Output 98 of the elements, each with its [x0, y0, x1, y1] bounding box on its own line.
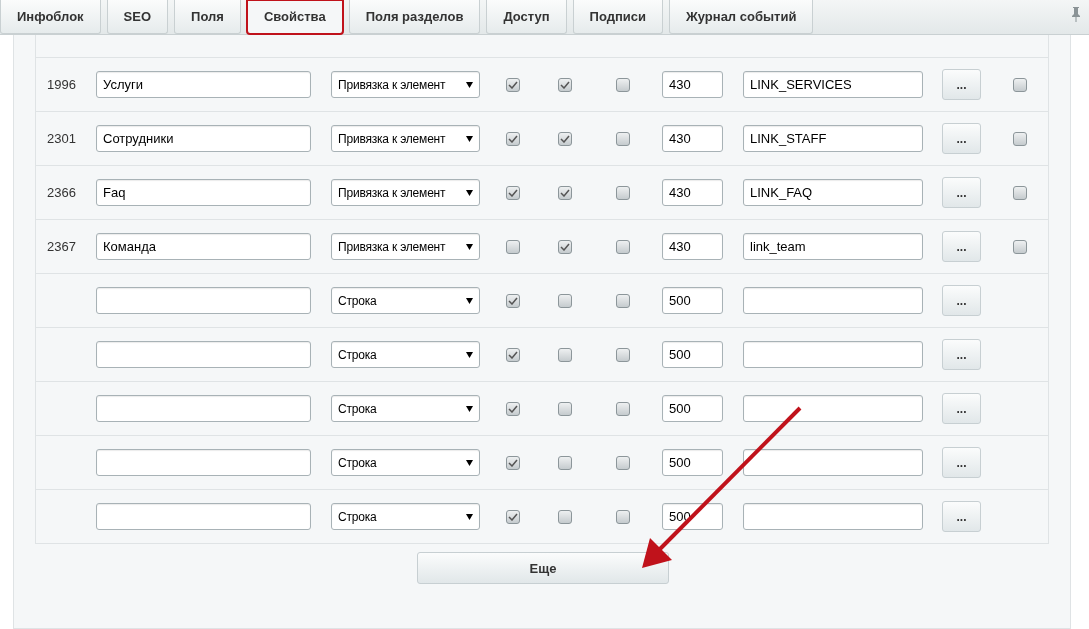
more-options-button[interactable]: ...	[942, 123, 981, 154]
code-field[interactable]	[743, 395, 923, 422]
sort-field[interactable]: 430	[662, 179, 723, 206]
checkbox[interactable]	[506, 455, 520, 470]
more-options-button[interactable]: ...	[942, 393, 981, 424]
type-dropdown[interactable]: Строка	[331, 341, 480, 368]
checkbox[interactable]	[616, 77, 630, 92]
tab[interactable]: Инфоблок	[0, 0, 101, 34]
type-dropdown[interactable]: Привязка к элемент	[331, 125, 480, 152]
type-dropdown[interactable]: Строка	[331, 395, 480, 422]
tab[interactable]: Поля разделов	[348, 0, 481, 34]
checkbox[interactable]	[616, 509, 630, 524]
name-field[interactable]: Команда	[96, 233, 311, 260]
checkbox[interactable]	[616, 131, 630, 146]
code-field[interactable]: LINK_SERVICES	[743, 71, 923, 98]
caret-icon	[466, 405, 473, 412]
tab[interactable]: Журнал событий	[669, 0, 814, 34]
sort-field[interactable]: 430	[662, 71, 723, 98]
name-field[interactable]: Faq	[96, 179, 311, 206]
checkbox[interactable]	[506, 401, 520, 416]
checkbox[interactable]	[558, 455, 572, 470]
checkbox[interactable]	[558, 509, 572, 524]
sort-field[interactable]: 500	[662, 449, 723, 476]
sort-field[interactable]: 430	[662, 233, 723, 260]
caret-icon	[466, 243, 473, 250]
caret-icon	[466, 189, 473, 196]
sort-field[interactable]: 500	[662, 287, 723, 314]
sort-field[interactable]: 430	[662, 125, 723, 152]
type-dropdown[interactable]: Привязка к элемент	[331, 233, 480, 260]
checkbox[interactable]	[558, 293, 572, 308]
code-field[interactable]	[743, 341, 923, 368]
name-field[interactable]	[96, 449, 311, 476]
property-id: 2366	[46, 185, 77, 200]
checkbox[interactable]	[506, 509, 520, 524]
tab[interactable]: Подписи	[572, 0, 664, 34]
sort-field[interactable]: 500	[662, 341, 723, 368]
checkbox[interactable]	[506, 347, 520, 362]
tab[interactable]: Доступ	[486, 0, 567, 34]
name-field[interactable]	[96, 287, 311, 314]
checkbox[interactable]	[616, 347, 630, 362]
checkbox[interactable]	[558, 131, 572, 146]
name-field[interactable]	[96, 341, 311, 368]
checkbox[interactable]	[558, 77, 572, 92]
checkbox[interactable]	[558, 185, 572, 200]
code-field[interactable]	[743, 449, 923, 476]
tab[interactable]: Поля	[174, 0, 241, 34]
code-field[interactable]: LINK_FAQ	[743, 179, 923, 206]
caret-icon	[466, 459, 473, 466]
checkbox[interactable]	[558, 347, 572, 362]
more-options-button[interactable]: ...	[942, 177, 981, 208]
property-id: 2367	[46, 239, 77, 254]
property-id: 2301	[46, 131, 77, 146]
caret-icon	[466, 81, 473, 88]
code-field[interactable]: link_team	[743, 233, 923, 260]
pin-icon[interactable]	[1071, 6, 1081, 22]
checkbox[interactable]	[506, 131, 520, 146]
caret-icon	[466, 135, 473, 142]
tab[interactable]: SEO	[106, 0, 169, 34]
more-options-button[interactable]: ...	[942, 231, 981, 262]
sort-field[interactable]: 500	[662, 395, 723, 422]
caret-icon	[466, 297, 473, 304]
checkbox[interactable]	[1013, 77, 1027, 92]
checkbox[interactable]	[1013, 239, 1027, 254]
checkbox[interactable]	[506, 185, 520, 200]
checkbox[interactable]	[616, 293, 630, 308]
code-field[interactable]: LINK_STAFF	[743, 125, 923, 152]
checkbox[interactable]	[616, 185, 630, 200]
checkbox[interactable]	[616, 401, 630, 416]
type-dropdown[interactable]: Привязка к элемент	[331, 71, 480, 98]
type-dropdown[interactable]: Строка	[331, 503, 480, 530]
more-options-button[interactable]: ...	[942, 69, 981, 100]
checkbox[interactable]	[558, 239, 572, 254]
code-field[interactable]	[743, 287, 923, 314]
name-field[interactable]: Сотрудники	[96, 125, 311, 152]
more-button[interactable]: Еще	[417, 552, 669, 584]
type-dropdown[interactable]: Строка	[331, 287, 480, 314]
code-field[interactable]	[743, 503, 923, 530]
checkbox[interactable]	[616, 455, 630, 470]
property-id: 1996	[46, 77, 77, 92]
more-options-button[interactable]: ...	[942, 339, 981, 370]
more-options-button[interactable]: ...	[942, 501, 981, 532]
type-dropdown[interactable]: Строка	[331, 449, 480, 476]
more-options-button[interactable]: ...	[942, 447, 981, 478]
checkbox[interactable]	[506, 293, 520, 308]
checkbox[interactable]	[1013, 131, 1027, 146]
checkbox[interactable]	[558, 401, 572, 416]
name-field[interactable]	[96, 395, 311, 422]
name-field[interactable]: Услуги	[96, 71, 311, 98]
checkbox[interactable]	[616, 239, 630, 254]
more-options-button[interactable]: ...	[942, 285, 981, 316]
name-field[interactable]	[96, 503, 311, 530]
caret-icon	[466, 513, 473, 520]
caret-icon	[466, 351, 473, 358]
tab[interactable]: Свойства	[246, 0, 343, 34]
type-dropdown[interactable]: Привязка к элемент	[331, 179, 480, 206]
checkbox[interactable]	[506, 77, 520, 92]
checkbox[interactable]	[1013, 185, 1027, 200]
checkbox[interactable]	[506, 239, 520, 254]
